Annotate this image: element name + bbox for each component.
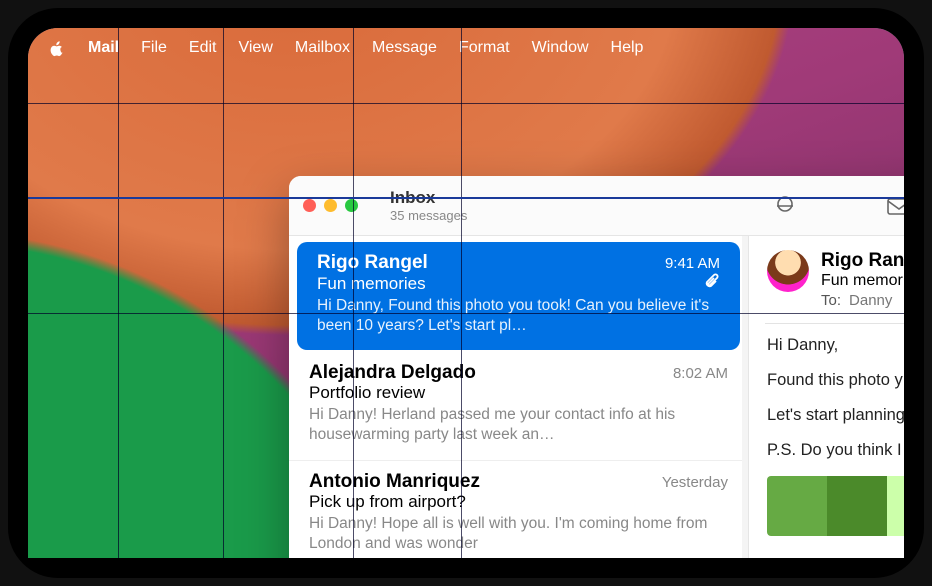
- pane-from: Rigo Rang: [821, 250, 904, 272]
- filter-button[interactable]: [763, 195, 807, 217]
- pane-to: To:Danny: [821, 292, 904, 309]
- message-subject: Pick up from airport?: [309, 492, 466, 512]
- pane-body-line: Let's start planning: [767, 406, 904, 425]
- pane-body-line: P.S. Do you think I: [767, 441, 904, 460]
- apple-menu-icon[interactable]: [48, 39, 66, 57]
- window-close-button[interactable]: [303, 199, 316, 212]
- message-time: Yesterday: [662, 474, 728, 491]
- reading-pane: Rigo Rang Fun memor To:Danny Hi Danny, F…: [749, 236, 904, 558]
- message-sender: Alejandra Delgado: [309, 362, 476, 384]
- message-list[interactable]: Rigo Rangel 9:41 AM Fun memories Hi Dann…: [289, 236, 749, 558]
- pane-subject: Fun memor: [821, 272, 904, 290]
- menu-format[interactable]: Format: [459, 39, 510, 57]
- message-time: 9:41 AM: [665, 255, 720, 272]
- message-preview: Hi Danny! Herland passed me your contact…: [309, 405, 728, 445]
- message-preview: Hi Danny! Hope all is well with you. I'm…: [309, 514, 728, 554]
- menu-edit[interactable]: Edit: [189, 39, 217, 57]
- pane-body-line: Hi Danny,: [767, 336, 904, 355]
- message-sender: Antonio Manriquez: [309, 471, 480, 493]
- menu-app-name[interactable]: Mail: [88, 39, 119, 57]
- menu-view[interactable]: View: [238, 39, 272, 57]
- attachment-thumbnail[interactable]: [767, 476, 904, 536]
- message-item[interactable]: Antonio Manriquez Yesterday Pick up from…: [289, 461, 748, 558]
- attachment-icon: [704, 273, 720, 294]
- mailbox-title: Inbox: [390, 188, 467, 208]
- message-subject: Fun memories: [317, 274, 426, 294]
- new-message-icon[interactable]: [877, 195, 904, 217]
- message-preview: Hi Danny, Found this photo you took! Can…: [317, 296, 720, 336]
- mail-window: Inbox 35 messages: [289, 176, 904, 558]
- menu-message[interactable]: Message: [372, 39, 437, 57]
- window-zoom-button[interactable]: [345, 199, 358, 212]
- mail-toolbar: Inbox 35 messages: [289, 176, 904, 236]
- message-item[interactable]: Rigo Rangel 9:41 AM Fun memories Hi Dann…: [297, 242, 740, 350]
- sender-avatar: [767, 250, 809, 292]
- message-subject: Portfolio review: [309, 383, 425, 403]
- menu-bar: Mail File Edit View Mailbox Message Form…: [28, 28, 904, 68]
- pane-body-line: Found this photo y: [767, 371, 904, 390]
- window-minimize-button[interactable]: [324, 199, 337, 212]
- menu-window[interactable]: Window: [532, 39, 589, 57]
- message-item[interactable]: Alejandra Delgado 8:02 AM Portfolio revi…: [289, 352, 748, 460]
- message-sender: Rigo Rangel: [317, 252, 428, 274]
- message-time: 8:02 AM: [673, 365, 728, 382]
- menu-file[interactable]: File: [141, 39, 167, 57]
- mailbox-subtitle: 35 messages: [390, 208, 467, 223]
- scrollbar[interactable]: [742, 236, 748, 558]
- menu-help[interactable]: Help: [611, 39, 644, 57]
- menu-mailbox[interactable]: Mailbox: [295, 39, 350, 57]
